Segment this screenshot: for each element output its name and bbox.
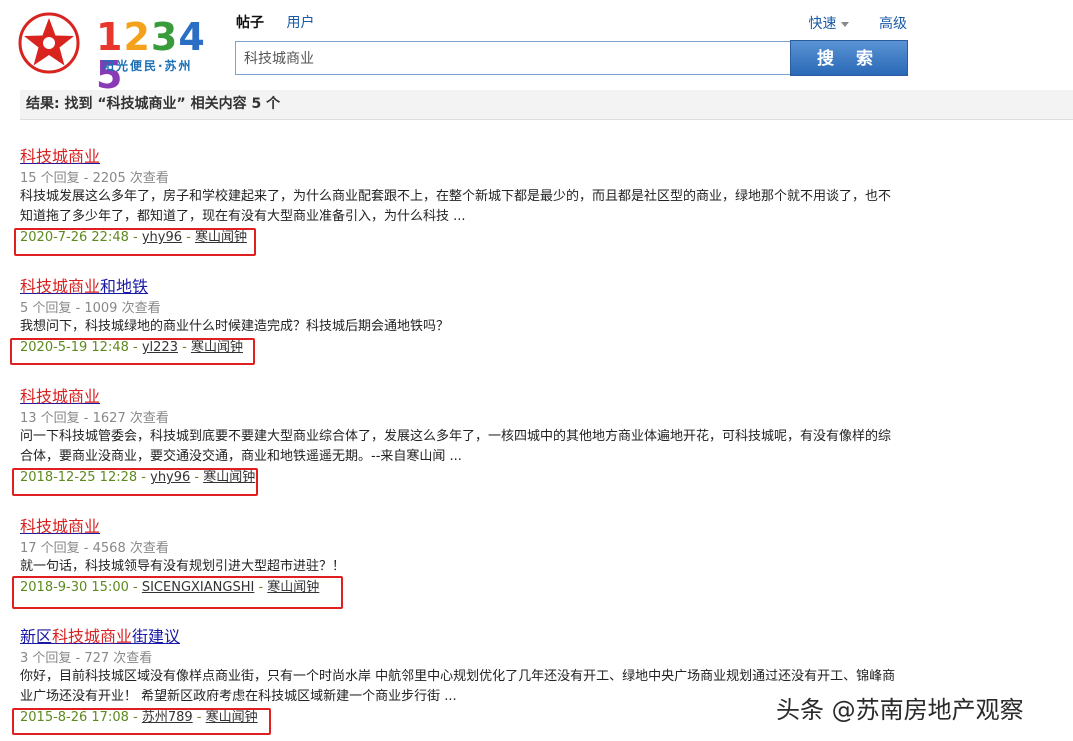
star-logo-icon	[18, 12, 80, 74]
quick-search-dropdown[interactable]: 快速	[783, 16, 849, 32]
quick-search-label: 快速	[808, 16, 837, 32]
result-user-link[interactable]: yhy96	[142, 230, 182, 245]
tab-posts[interactable]: 帖子	[236, 12, 264, 32]
result-title-rest: 街建议	[132, 627, 181, 646]
result-title-highlight: 科技城商业	[52, 627, 133, 646]
result-date: 2018-9-30 15:00	[20, 580, 129, 595]
result-stats: 13 个回复 - 1627 次查看	[20, 411, 169, 426]
result-title[interactable]: 科技城商业和地铁	[20, 277, 920, 297]
chevron-down-icon	[840, 21, 849, 27]
result-title-rest: 和地铁	[100, 277, 149, 296]
site-header: 12345 阳光便民·苏州 帖子 用户 快速 高级 搜 索	[0, 0, 1073, 94]
search-button[interactable]: 搜 索	[790, 40, 908, 76]
result-meta: 2020-7-26 22:48 - yhy96 - 寒山闻钟	[20, 230, 247, 245]
result-excerpt: 我想问下，科技城绿地的商业什么时候建造完成？科技城后期会通地铁吗？	[20, 319, 450, 334]
result-forum-link[interactable]: 寒山闻钟	[267, 580, 319, 595]
result-user-link[interactable]: yl223	[142, 340, 178, 355]
result-stats: 17 个回复 - 4568 次查看	[20, 541, 169, 556]
result-date: 2015-8-26 17:08	[20, 710, 129, 725]
result-user-link[interactable]: SICENGXIANGSHI	[142, 580, 254, 595]
result-excerpt: 就一句话，科技城领导有没有规划引进大型超市进驻？！	[20, 559, 346, 574]
logo-digit: 1	[96, 15, 124, 59]
result-title-rest: 新区	[20, 627, 53, 646]
logo-digit: 3	[150, 15, 179, 59]
search-options: 快速 高级	[757, 13, 907, 33]
search-box	[235, 41, 791, 75]
result-forum-link[interactable]: 寒山闻钟	[203, 470, 255, 485]
result-stats: 15 个回复 - 2205 次查看	[20, 171, 169, 186]
result-item: 科技城商业 13 个回复 - 1627 次查看 问一下科技城管委会，科技城到底要…	[20, 387, 920, 487]
result-title[interactable]: 科技城商业	[20, 147, 920, 167]
result-stats: 3 个回复 - 727 次查看	[20, 651, 153, 666]
result-meta: 2018-9-30 15:00 - SICENGXIANGSHI - 寒山闻钟	[20, 580, 320, 595]
result-summary: 结果: 找到 “科技城商业” 相关内容 5 个	[20, 90, 1073, 120]
result-title-highlight: 科技城商业	[20, 517, 101, 536]
result-user-link[interactable]: 苏州789	[142, 710, 193, 725]
logo-number: 12345	[96, 18, 218, 94]
result-item: 科技城商业 15 个回复 - 2205 次查看 科技城发展这么多年了，房子和学校…	[20, 147, 920, 247]
result-user-link[interactable]: yhy96	[150, 470, 190, 485]
result-excerpt: 科技城发展这么多年了，房子和学校建起来了，为什么商业配套跟不上，在整个新城下都是…	[20, 189, 892, 224]
logo-subtitle: 阳光便民·苏州	[102, 59, 193, 73]
search-input[interactable]	[236, 42, 790, 74]
result-title[interactable]: 科技城商业	[20, 387, 920, 407]
result-title-highlight: 科技城商业	[20, 387, 101, 406]
result-meta: 2020-5-19 12:48 - yl223 - 寒山闻钟	[20, 340, 243, 355]
result-excerpt: 你好，目前科技城区域没有像样点商业街，只有一个时尚水岸 中航邻里中心规划优化了几…	[20, 669, 896, 704]
result-item: 科技城商业和地铁 5 个回复 - 1009 次查看 我想问下，科技城绿地的商业什…	[20, 277, 920, 357]
result-excerpt: 问一下科技城管委会，科技城到底要不要建大型商业综合体了，发展这么多年了，一核四城…	[20, 429, 892, 464]
result-date: 2020-7-26 22:48	[20, 230, 129, 245]
result-title-highlight: 科技城商业	[20, 147, 101, 166]
result-forum-link[interactable]: 寒山闻钟	[191, 340, 243, 355]
logo-digit: 4	[178, 15, 206, 59]
result-date: 2018-12-25 12:28	[20, 470, 138, 485]
site-logo[interactable]: 12345 阳光便民·苏州	[18, 12, 218, 94]
result-forum-link[interactable]: 寒山闻钟	[195, 230, 247, 245]
result-title[interactable]: 科技城商业	[20, 517, 920, 537]
watermark: 头条 @苏南房地产观察	[776, 696, 1024, 724]
tab-users[interactable]: 用户	[286, 12, 314, 32]
advanced-search-link[interactable]: 高级	[879, 16, 907, 32]
search-type-tabs: 帖子 用户	[236, 12, 332, 32]
result-item: 科技城商业 17 个回复 - 4568 次查看 就一句话，科技城领导有没有规划引…	[20, 517, 920, 597]
logo-digit: 2	[123, 15, 151, 59]
result-meta: 2018-12-25 12:28 - yhy96 - 寒山闻钟	[20, 470, 256, 485]
result-forum-link[interactable]: 寒山闻钟	[206, 710, 258, 725]
result-title-highlight: 科技城商业	[20, 277, 101, 296]
result-stats: 5 个回复 - 1009 次查看	[20, 301, 161, 316]
result-date: 2020-5-19 12:48	[20, 340, 129, 355]
result-title[interactable]: 新区科技城商业街建议	[20, 627, 920, 647]
